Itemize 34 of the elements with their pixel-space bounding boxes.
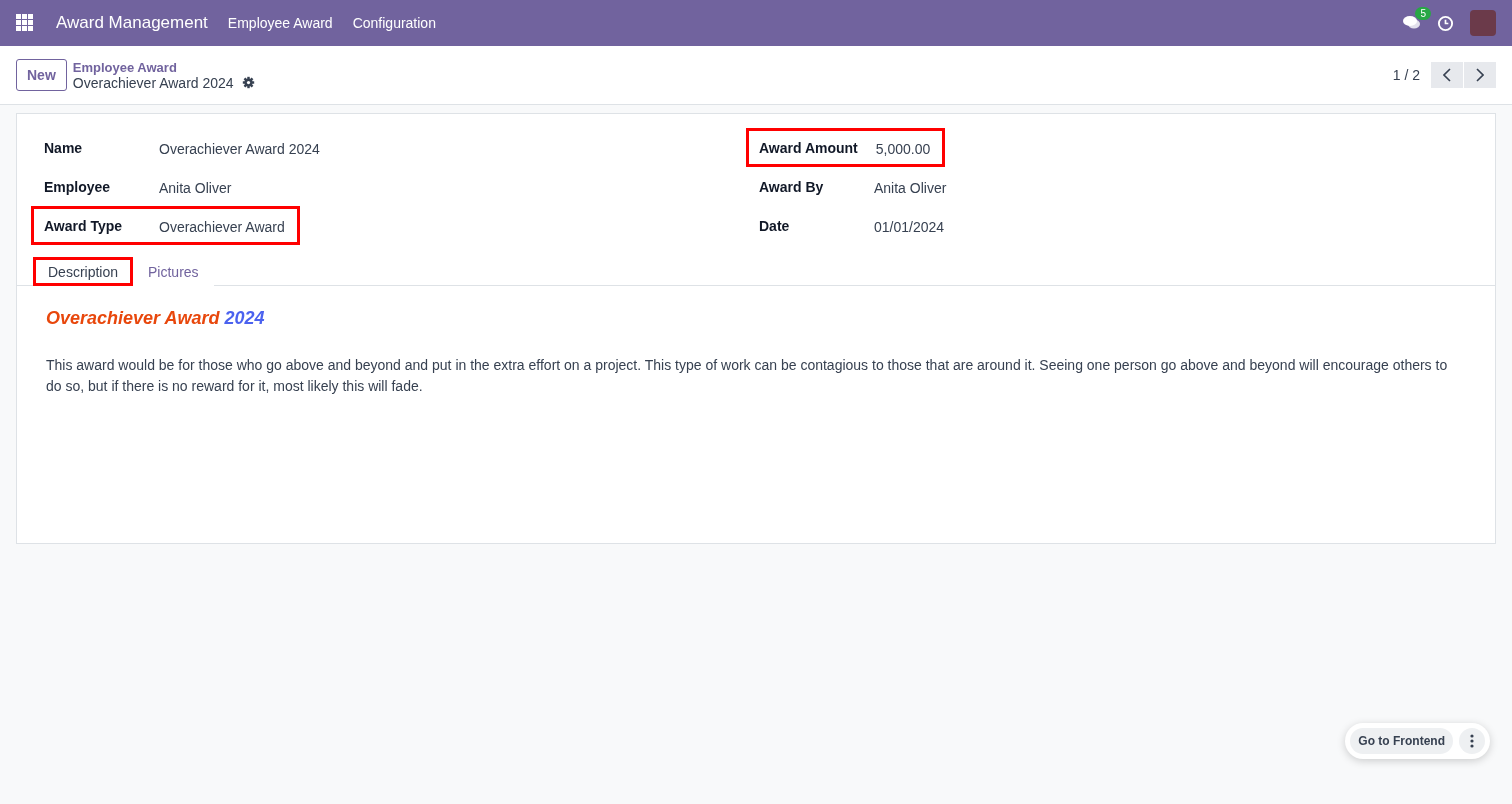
chevron-left-icon — [1443, 68, 1451, 82]
breadcrumb-link[interactable]: Employee Award — [72, 59, 255, 75]
vertical-dots-icon — [1470, 734, 1474, 748]
field-value: Anita Oliver — [159, 180, 232, 196]
field-label: Date — [759, 217, 791, 234]
chevron-right-icon — [1476, 68, 1484, 82]
field-label: Award Type — [44, 217, 124, 234]
apps-grid-icon[interactable] — [16, 14, 34, 32]
previous-button[interactable] — [1431, 62, 1463, 88]
gear-icon[interactable] — [241, 76, 255, 89]
description-heading: Overachiever Award 2024 — [46, 308, 266, 329]
field-label: Award By — [759, 178, 825, 195]
clock-icon[interactable] — [1437, 14, 1454, 32]
description-text: This award would be for those who go above and beyond and put in the extra effort on a project. This type of work can be contagious to those that are around it. Seeing one person go above and beyond will encourage others to do so, but if there is no reward for it, most likely this will fade. — [46, 356, 1449, 396]
field-value: Anita Oliver — [874, 180, 947, 196]
message-count-badge: 5 — [1415, 7, 1431, 20]
field-label: Employee — [44, 178, 112, 195]
chat-icon[interactable] — [1403, 15, 1421, 31]
field-value: Overachiever Award 2024 — [159, 141, 320, 157]
field-value: 01/01/2024 — [874, 219, 945, 235]
menu-item[interactable]: Configuration — [352, 15, 436, 31]
more-options-button[interactable] — [1459, 728, 1485, 754]
field-label: Name — [44, 139, 84, 156]
go-to-frontend-button[interactable]: Go to Frontend — [1350, 728, 1453, 754]
tab[interactable]: Description — [33, 257, 134, 286]
record-title: Overachiever Award 2024 — [72, 74, 234, 91]
app-name[interactable]: Award Management — [56, 13, 208, 33]
field-value: Overachiever Award — [159, 219, 285, 235]
pager-counter: 1 / 2 — [1392, 67, 1420, 83]
new-button[interactable]: New — [16, 59, 67, 91]
field-label: Award Amount — [759, 139, 858, 156]
next-button[interactable] — [1464, 62, 1496, 88]
field-value: 5,000.00 — [875, 141, 931, 157]
menu-item[interactable]: Employee Award — [227, 15, 333, 31]
